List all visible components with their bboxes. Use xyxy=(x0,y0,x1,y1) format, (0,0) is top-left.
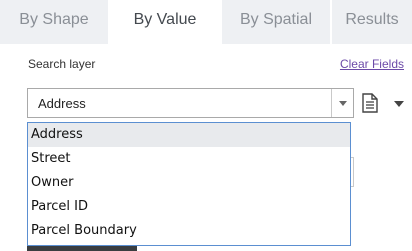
search-layer-dropdown-list: Address Street Owner Parcel ID Parcel Bo… xyxy=(27,122,351,246)
dropdown-option-street[interactable]: Street xyxy=(28,147,350,171)
search-layer-label: Search layer xyxy=(28,57,96,71)
dropdown-option-parcel-boundary[interactable]: Parcel Boundary xyxy=(28,219,350,243)
search-layer-select[interactable]: Address xyxy=(27,88,354,118)
caret-down-icon xyxy=(394,101,404,107)
tab-by-spatial[interactable]: By Spatial xyxy=(222,0,330,44)
tab-by-value[interactable]: By Value xyxy=(110,0,220,44)
dropdown-option-address[interactable]: Address xyxy=(28,123,350,147)
dropdown-option-parcel-id[interactable]: Parcel ID xyxy=(28,195,350,219)
clear-fields-link[interactable]: Clear Fields xyxy=(340,57,404,71)
dropdown-option-owner[interactable]: Owner xyxy=(28,171,350,195)
tab-bar: By Shape By Value By Spatial Results xyxy=(0,0,412,44)
document-menu-button[interactable] xyxy=(359,88,409,118)
tab-results[interactable]: Results xyxy=(332,0,412,44)
search-layer-selected-value: Address xyxy=(38,96,86,111)
tab-by-shape[interactable]: By Shape xyxy=(0,0,108,44)
chevron-down-icon xyxy=(339,101,347,106)
select-dropdown-button[interactable] xyxy=(331,89,353,117)
query-panel: By Shape By Value By Spatial Results Sea… xyxy=(0,0,412,251)
partially-hidden-control xyxy=(27,246,137,251)
document-icon xyxy=(362,93,378,113)
